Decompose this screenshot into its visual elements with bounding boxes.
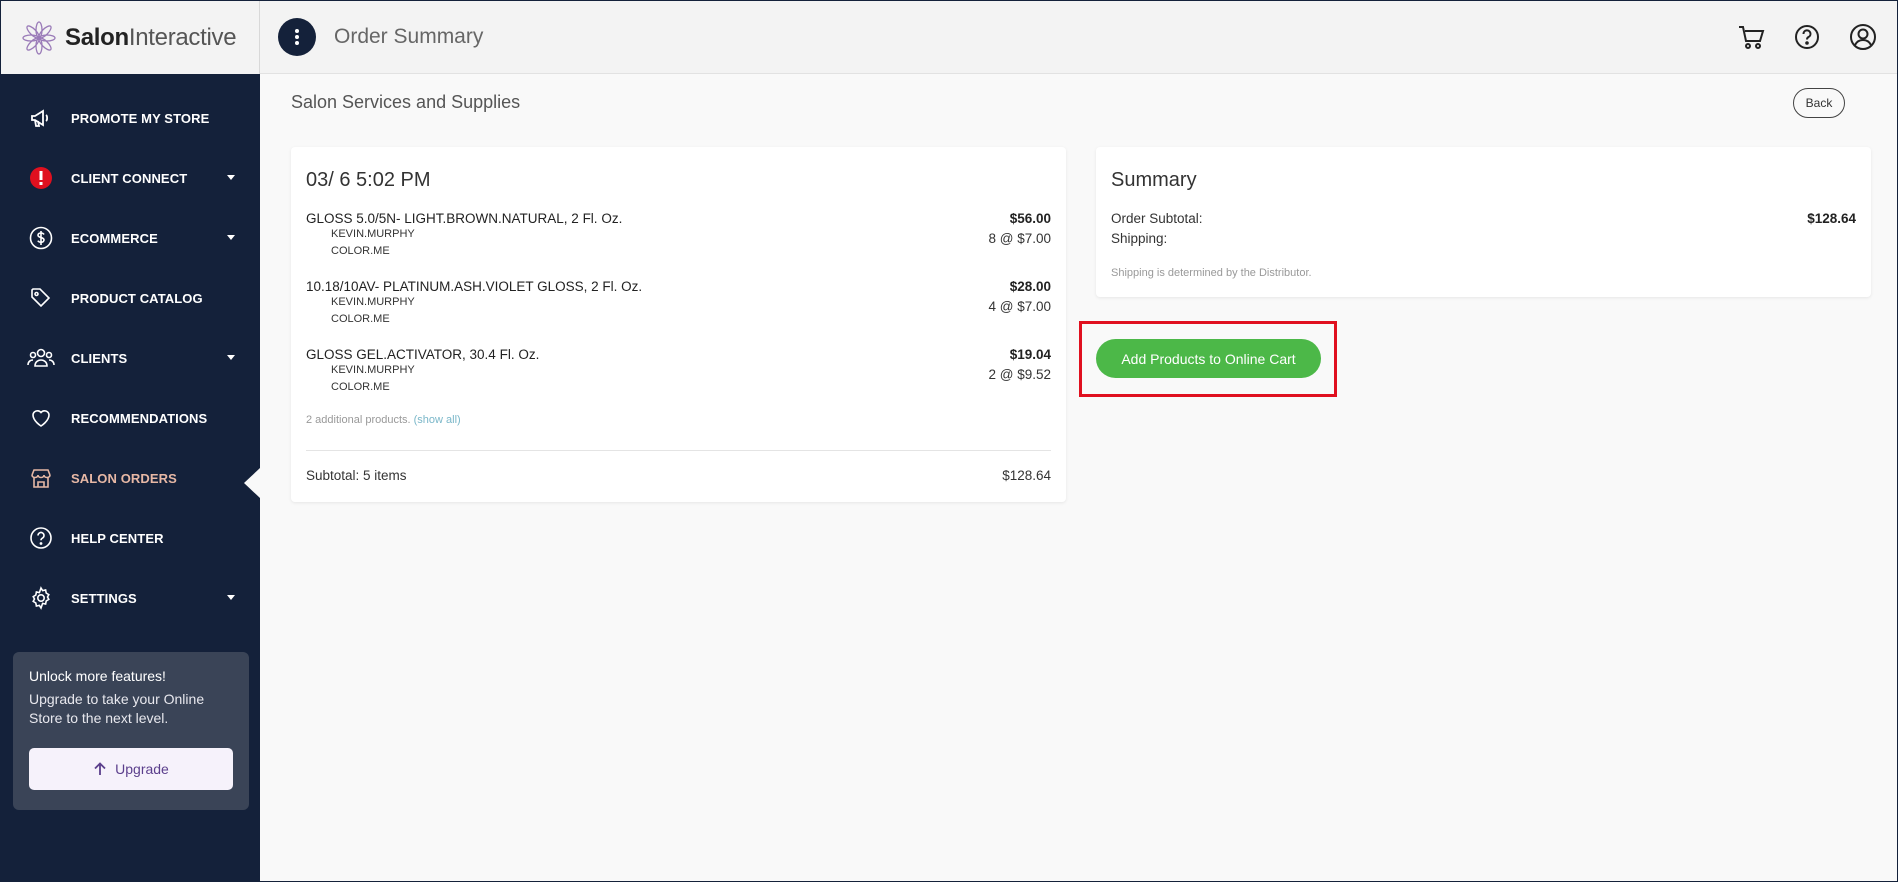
upgrade-button-label: Upgrade xyxy=(115,761,169,777)
upgrade-text: Upgrade to take your Online Store to the… xyxy=(29,691,205,726)
list-item: GLOSS GEL.ACTIVATOR, 30.4 Fl. Oz. KEVIN.… xyxy=(306,347,1051,396)
list-item: GLOSS 5.0/5N- LIGHT.BROWN.NATURAL, 2 Fl.… xyxy=(306,211,1051,260)
divider xyxy=(306,450,1051,451)
cart-icon[interactable] xyxy=(1737,23,1765,51)
sidebar-item-help-center[interactable]: HELP CENTER xyxy=(1,508,260,568)
menu-icon xyxy=(295,29,299,45)
sidebar-item-label: CLIENTS xyxy=(71,350,128,366)
sidebar-item-salon-orders[interactable]: SALON ORDERS xyxy=(1,448,260,508)
sidebar-item-client-connect[interactable]: CLIENT CONNECT xyxy=(1,148,260,208)
sidebar-item-label: PROMOTE MY STORE xyxy=(71,110,210,126)
product-price: $56.00 xyxy=(1009,211,1051,226)
product-name: 10.18/10AV- PLATINUM.ASH.VIOLET GLOSS, 2… xyxy=(306,279,643,294)
menu-button[interactable] xyxy=(278,18,316,56)
product-quantity: 4 @ $7.00 xyxy=(988,299,1052,314)
sidebar-item-label: SETTINGS xyxy=(71,590,137,606)
brand-logo[interactable]: SalonInteractive xyxy=(1,1,260,74)
summary-title: Summary xyxy=(1111,169,1197,191)
product-brand: KEVIN.MURPHY xyxy=(331,228,415,240)
sidebar-item-recommendations[interactable]: RECOMMENDATIONS xyxy=(1,388,260,448)
subtotal-value: $128.64 xyxy=(1002,468,1051,483)
sidebar-item-label: HELP CENTER xyxy=(71,530,164,546)
product-line: COLOR.ME xyxy=(331,381,390,393)
sidebar-item-label: SALON ORDERS xyxy=(71,470,177,486)
chevron-down-icon xyxy=(227,355,235,360)
product-price: $28.00 xyxy=(1009,279,1051,294)
shipping-label: Shipping: xyxy=(1111,231,1168,246)
order-subtotal-value: $128.64 xyxy=(1807,211,1856,226)
brand-name: SalonInteractive xyxy=(65,23,237,51)
show-all-link[interactable]: (show all) xyxy=(414,414,461,426)
gear-icon xyxy=(27,584,55,612)
product-quantity: 8 @ $7.00 xyxy=(988,231,1052,246)
product-line: COLOR.ME xyxy=(331,245,390,257)
people-icon xyxy=(27,344,55,372)
product-name: GLOSS GEL.ACTIVATOR, 30.4 Fl. Oz. xyxy=(306,347,540,362)
sidebar-item-label: ECOMMERCE xyxy=(71,230,158,246)
dollar-icon xyxy=(27,224,55,252)
sidebar-item-promote-my-store[interactable]: PROMOTE MY STORE xyxy=(1,88,260,148)
megaphone-icon xyxy=(27,104,55,132)
heart-icon xyxy=(27,404,55,432)
top-header: SalonInteractive Order Summary xyxy=(1,1,1897,74)
upgrade-title: Unlock more features! xyxy=(29,668,166,684)
product-quantity: 2 @ $9.52 xyxy=(988,367,1052,382)
back-button[interactable]: Back xyxy=(1793,88,1845,118)
chevron-down-icon xyxy=(227,595,235,600)
sidebar-item-label: RECOMMENDATIONS xyxy=(71,410,208,426)
additional-products-note: 2 additional products. (show all) xyxy=(306,414,461,426)
account-icon[interactable] xyxy=(1849,23,1877,51)
help-icon[interactable] xyxy=(1793,23,1821,51)
sidebar: PROMOTE MY STORE CLIENT CONNECT ECOMMERC… xyxy=(1,74,260,882)
subtotal-label: Subtotal: 5 items xyxy=(306,468,407,483)
sidebar-item-clients[interactable]: CLIENTS xyxy=(1,328,260,388)
product-brand: KEVIN.MURPHY xyxy=(331,364,415,376)
help-circle-icon xyxy=(27,524,55,552)
sidebar-item-ecommerce[interactable]: ECOMMERCE xyxy=(1,208,260,268)
product-line: COLOR.ME xyxy=(331,313,390,325)
chevron-down-icon xyxy=(227,235,235,240)
active-indicator xyxy=(244,468,260,498)
upgrade-card: Unlock more features! Upgrade to take yo… xyxy=(13,652,249,810)
product-brand: KEVIN.MURPHY xyxy=(331,296,415,308)
store-icon xyxy=(27,464,55,492)
order-card: 03/ 6 5:02 PM GLOSS 5.0/5N- LIGHT.BROWN.… xyxy=(291,147,1066,502)
flower-logo-icon xyxy=(22,20,56,55)
sidebar-item-label: CLIENT CONNECT xyxy=(71,170,188,186)
summary-card: Summary Order Subtotal: $128.64 Shipping… xyxy=(1096,147,1871,297)
alert-icon xyxy=(27,164,55,192)
order-date: 03/ 6 5:02 PM xyxy=(306,169,431,191)
list-item: 10.18/10AV- PLATINUM.ASH.VIOLET GLOSS, 2… xyxy=(306,279,1051,328)
page-title: Order Summary xyxy=(334,25,484,48)
section-title: Salon Services and Supplies xyxy=(291,92,521,112)
arrow-up-icon xyxy=(94,762,106,775)
product-name: GLOSS 5.0/5N- LIGHT.BROWN.NATURAL, 2 Fl.… xyxy=(306,211,623,226)
upgrade-button[interactable]: Upgrade xyxy=(29,748,233,790)
product-price: $19.04 xyxy=(1009,347,1051,362)
tag-icon xyxy=(27,284,55,312)
sidebar-item-product-catalog[interactable]: PRODUCT CATALOG xyxy=(1,268,260,328)
sidebar-item-label: PRODUCT CATALOG xyxy=(71,290,203,306)
shipping-note: Shipping is determined by the Distributo… xyxy=(1111,267,1312,279)
add-to-online-cart-button[interactable]: Add Products to Online Cart xyxy=(1096,339,1321,378)
order-subtotal-label: Order Subtotal: xyxy=(1111,211,1203,226)
chevron-down-icon xyxy=(227,175,235,180)
sidebar-item-settings[interactable]: SETTINGS xyxy=(1,568,260,628)
